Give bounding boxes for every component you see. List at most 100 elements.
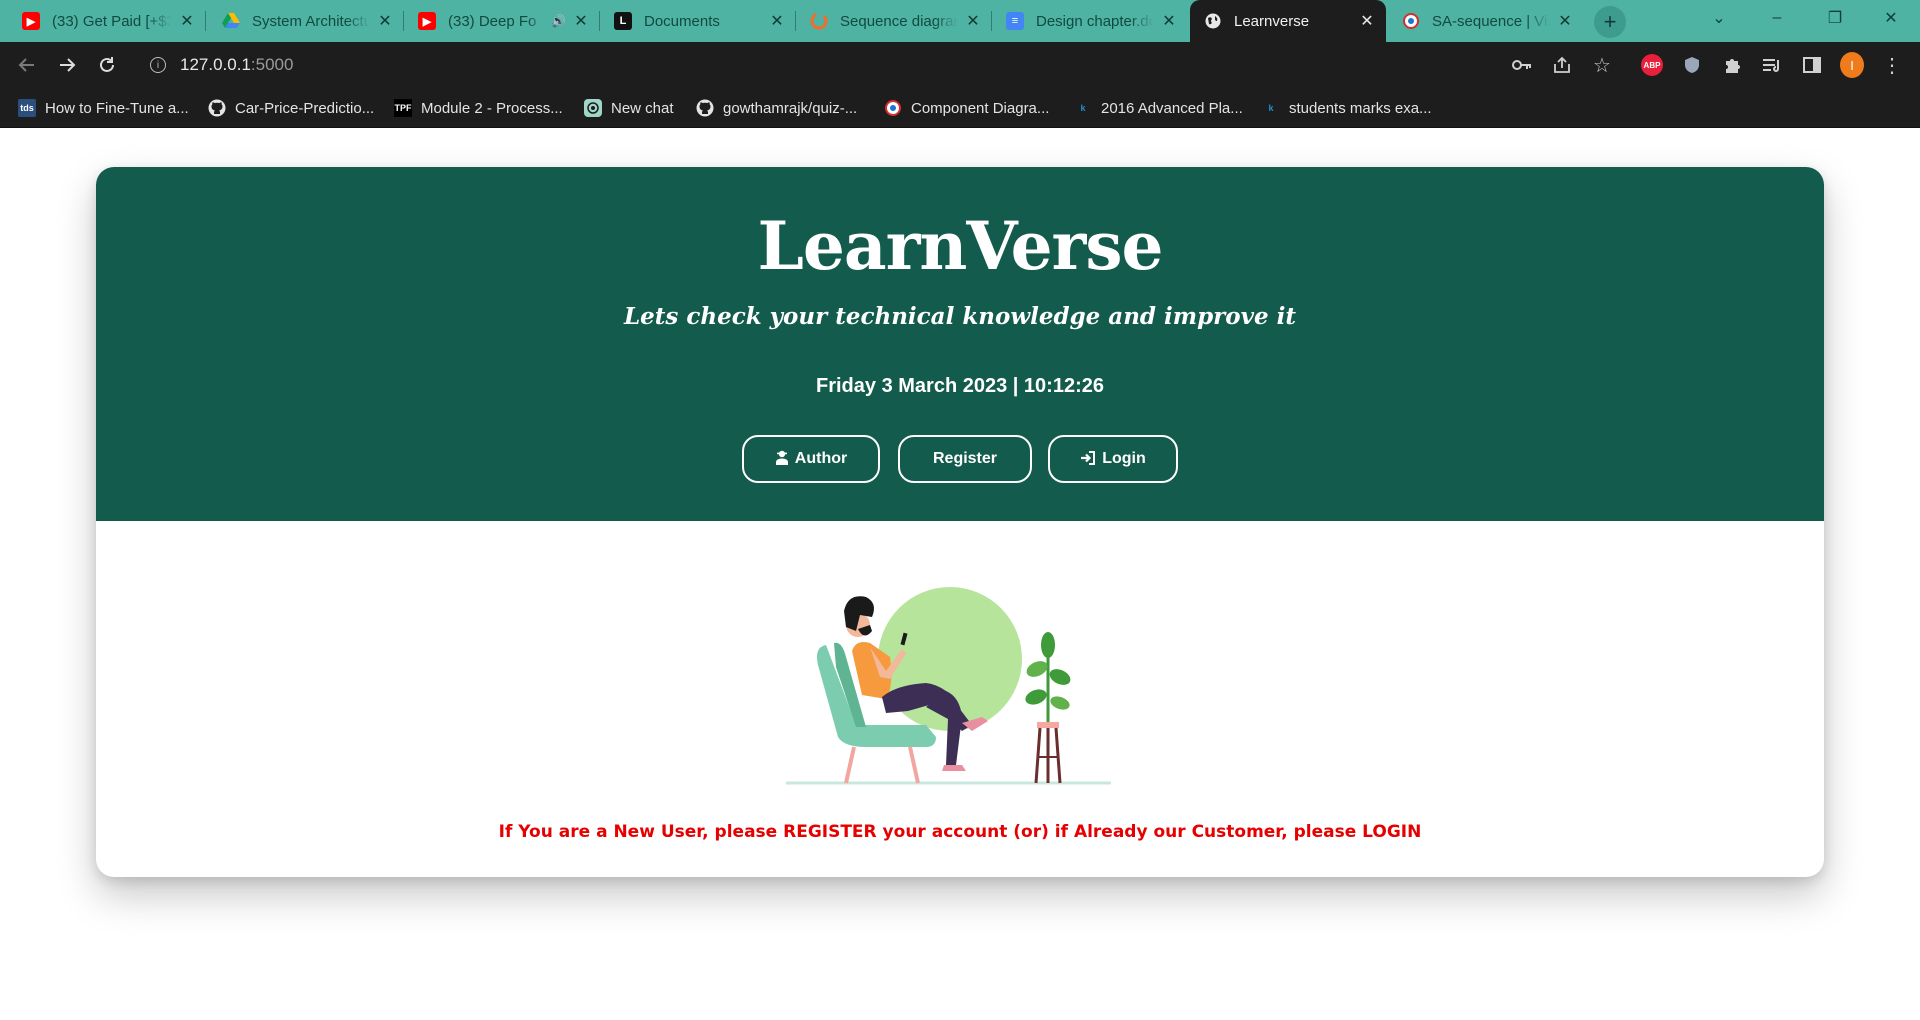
close-icon: ✕ [1884,10,1898,27]
close-icon[interactable]: ✕ [768,11,786,31]
close-icon[interactable]: ✕ [376,11,394,31]
globe-icon [1204,12,1222,30]
close-window-button[interactable]: ✕ [1862,0,1920,36]
tds-icon: tds [18,99,36,117]
minimize-icon: – [1772,9,1782,26]
tab-2[interactable]: ▶ (33) Deep Fo 🔊 ✕ [404,0,600,42]
tab-4[interactable]: Sequence diagram ✕ [796,0,992,42]
action-buttons: Author Register Login [96,435,1824,483]
url-port: :5000 [250,55,294,74]
speaker-icon[interactable]: 🔊 [551,14,566,28]
bookmark-item[interactable]: tds How to Fine-Tune a... [18,97,189,119]
more-menu-icon[interactable]: ⋮ [1880,53,1904,77]
tab-separator [205,11,206,31]
tab-6[interactable]: Learnverse ✕ [1190,0,1386,42]
main-card: LearnVerse Lets check your technical kno… [96,167,1824,877]
reload-button[interactable] [92,50,122,80]
reading-list-icon[interactable] [1760,53,1784,77]
back-button[interactable] [12,50,42,80]
share-icon[interactable] [1550,53,1574,77]
side-panel-icon[interactable] [1800,53,1824,77]
bookmark-label: Module 2 - Process... [421,99,563,117]
forward-button[interactable] [52,50,82,80]
tab-title: Design chapter.do [1036,12,1154,30]
new-tab-button[interactable]: + [1594,6,1626,38]
bookmark-item[interactable]: TPF Module 2 - Process... [394,97,563,119]
chatgpt-icon [584,99,602,117]
bookmark-label: Car-Price-Predictio... [235,99,375,117]
login-label: Login [1102,450,1146,467]
bookmark-item[interactable]: Component Diagra... [884,97,1049,119]
address-bar[interactable]: i 127.0.0.1:5000 [136,47,1536,83]
tagline: Lets check your technical knowledge and … [623,303,1296,330]
browser-toolbar: i 127.0.0.1:5000 ☆ ABP I ⋮ [0,42,1920,88]
github-icon [696,99,714,117]
author-button[interactable]: Author [742,435,880,483]
close-icon[interactable]: ✕ [964,11,982,31]
youtube-icon: ▶ [418,12,436,30]
page-viewport: LearnVerse Lets check your technical kno… [0,129,1920,1020]
person-relaxing-illustration [786,587,1111,785]
close-icon[interactable]: ✕ [1556,11,1574,31]
registration-notice: If You are a New User, please REGISTER y… [498,822,1422,842]
close-icon[interactable]: ✕ [1160,11,1178,31]
register-button[interactable]: Register [898,435,1032,483]
tab-5[interactable]: ≡ Design chapter.do ✕ [992,0,1188,42]
shield-extension-icon[interactable] [1680,53,1704,77]
k-icon: k [1268,103,1274,113]
arrow-right-icon [60,58,76,72]
youtube-icon: ▶ [22,12,40,30]
date-time: Friday 3 March 2023 | 10:12:26 [816,375,1104,397]
bookmark-label: 2016 Advanced Pla... [1101,99,1243,117]
bookmark-label: gowthamrajk/quiz-... [723,99,858,117]
key-icon[interactable] [1510,53,1534,77]
reload-icon [100,57,114,72]
login-button[interactable]: Login [1048,435,1178,483]
tab-title: Documents [644,12,720,30]
visual-paradigm-icon [884,99,902,117]
bookmark-label: How to Fine-Tune a... [45,99,189,117]
google-docs-icon: ≡ [1006,12,1024,30]
bookmark-item[interactable]: New chat [584,97,674,119]
tab-1[interactable]: System Architectu ✕ [208,0,404,42]
bookmark-item[interactable]: Car-Price-Predictio... [208,97,374,119]
tab-title: System Architectu [252,12,370,30]
tpf-icon: TPF [394,99,412,117]
tab-search-button[interactable]: ⌄ [1690,0,1748,36]
site-info-icon[interactable]: i [150,57,166,73]
close-icon[interactable]: ✕ [178,11,196,31]
tab-title: SA-sequence | Vis [1432,12,1550,30]
register-label: Register [932,450,998,467]
minimize-button[interactable]: – [1748,0,1806,36]
bookmarks-bar: tds How to Fine-Tune a... Car-Price-Pred… [0,88,1920,128]
browser-tab-strip: ▶ (33) Get Paid [+$3 ✕ System Architectu… [0,0,1920,42]
tab-title: Sequence diagram [840,12,958,30]
puzzle-extensions-icon[interactable] [1720,53,1744,77]
author-label: Author [794,450,848,467]
bookmark-item[interactable]: gowthamrajk/quiz-... [696,97,857,119]
tab-7[interactable]: SA-sequence | Vis ✕ [1388,0,1584,42]
close-icon[interactable]: ✕ [1358,11,1376,31]
documents-app-icon: L [614,12,632,30]
bookmark-label: Component Diagra... [911,99,1050,117]
plant-icon [1025,632,1071,784]
tab-3[interactable]: L Documents ✕ [600,0,796,42]
bookmark-label: New chat [611,99,674,117]
sign-in-icon [1080,450,1096,468]
github-icon [208,99,226,117]
bookmark-item[interactable]: k 2016 Advanced Pla... [1074,97,1243,119]
tab-title: Learnverse [1234,12,1310,30]
close-icon[interactable]: ✕ [572,11,590,31]
tab-0[interactable]: ▶ (33) Get Paid [+$3 ✕ [8,0,206,42]
restore-icon: ❐ [1827,10,1843,27]
k-icon: k [1080,103,1086,113]
google-drive-icon [222,12,240,30]
star-icon[interactable]: ☆ [1590,53,1614,77]
bookmark-item[interactable]: k students marks exa... [1262,97,1432,119]
bookmark-label: students marks exa... [1289,99,1432,117]
hero-header: LearnVerse Lets check your technical kno… [96,167,1824,521]
profile-avatar-icon[interactable]: I [1840,52,1864,78]
restore-button[interactable]: ❐ [1806,0,1864,36]
adblock-plus-icon[interactable]: ABP [1640,53,1664,77]
sequence-diagram-app-icon [810,12,828,30]
